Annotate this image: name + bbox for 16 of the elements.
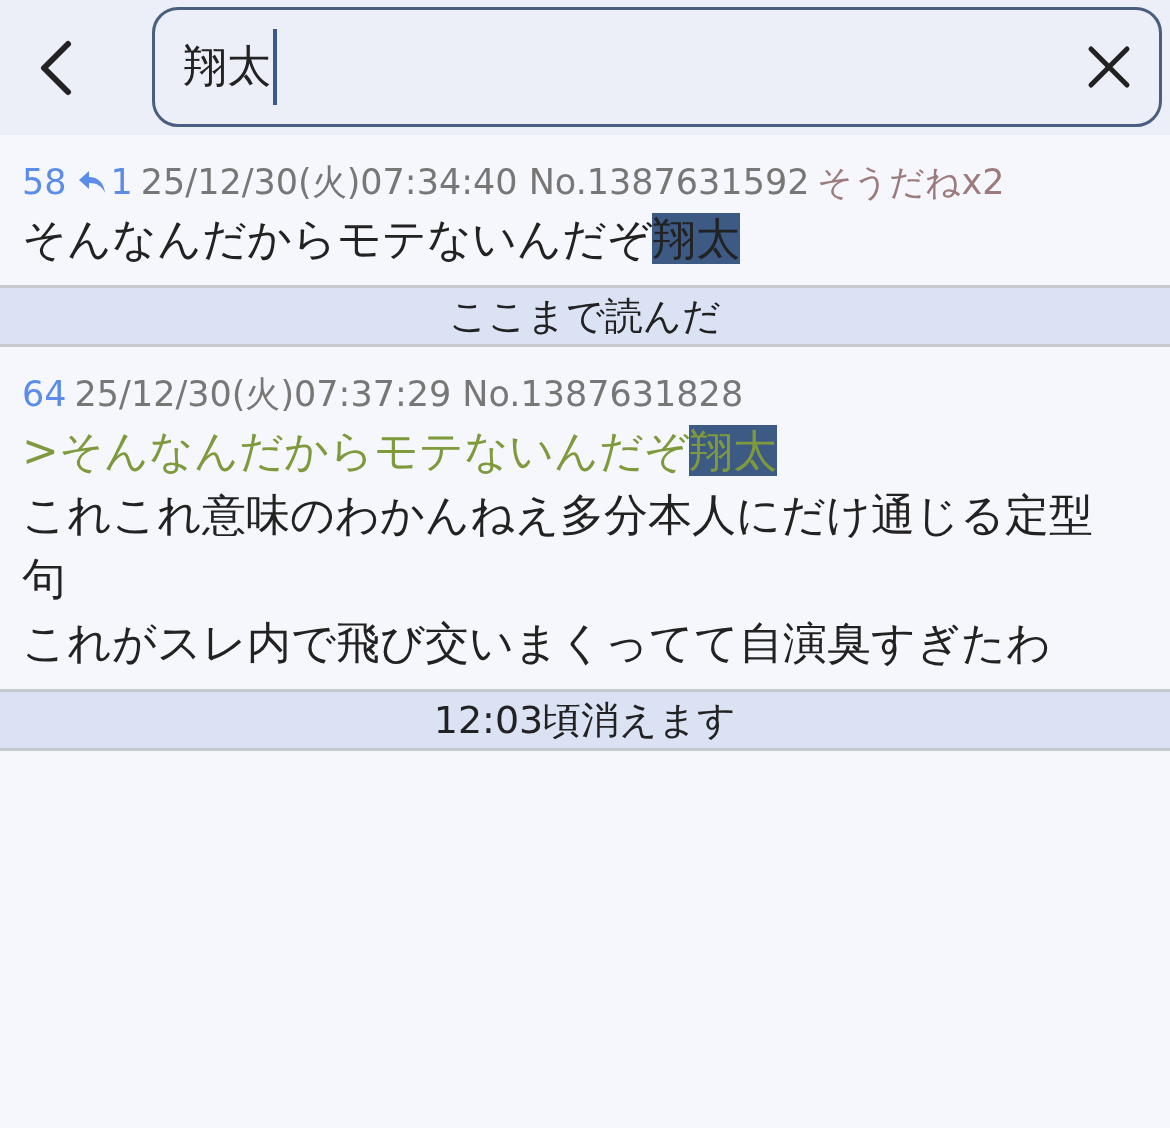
search-highlight: 翔太 [652,213,740,264]
post-text: これがスレ内で飛び交いまくってて自演臭すぎたわ [22,616,1052,670]
close-icon[interactable] [1087,44,1131,89]
post-number[interactable]: 58 [22,162,67,202]
post-number[interactable]: 64 [22,374,67,414]
like-count[interactable]: そうだねx2 [817,158,1005,206]
quote-text: >そんなんだからモテないんだぞ [22,425,689,476]
reply-count[interactable]: 1 [110,162,133,202]
post-date: 25/12/30(火)07:34:40 No.1387631592 [140,160,810,204]
post-text: そんなんだからモテないんだぞ [22,213,652,264]
post-date: 25/12/30(火)07:37:29 No.1387631828 [74,372,744,416]
divider-label: 12:03頃消えます [0,689,1170,751]
post-text: これこれ意味のわかんねえ多分本人にだけ通じる定型句 [22,488,1094,606]
search-field[interactable]: 翔太 [152,6,1162,127]
search-highlight: 翔太 [688,425,777,476]
divider-label: ここまで読んだ [0,285,1170,347]
